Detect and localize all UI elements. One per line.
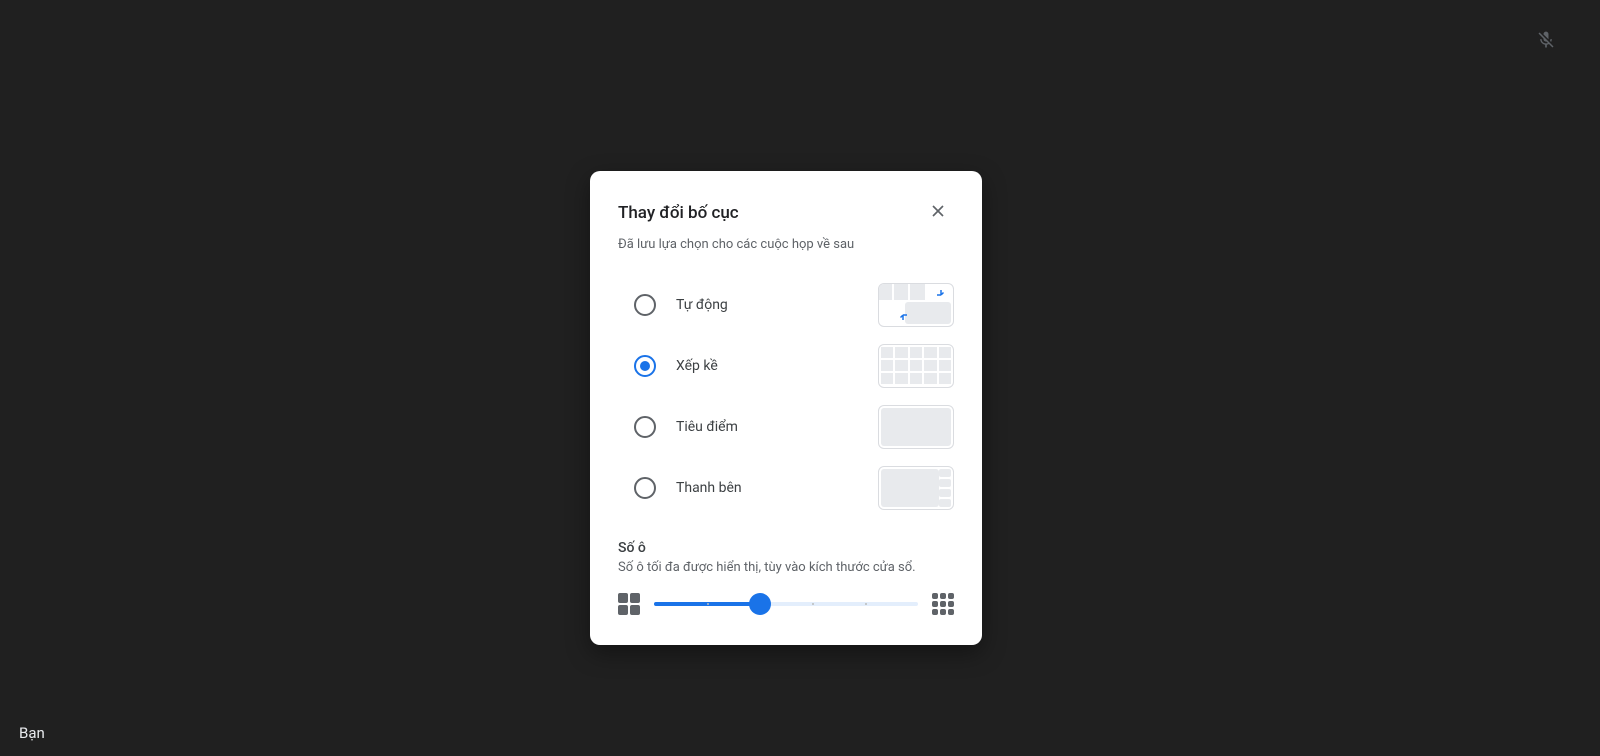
layout-option-label: Thanh bên <box>676 480 742 496</box>
self-video-label: Bạn <box>19 724 45 742</box>
radio-tiled[interactable] <box>634 355 656 377</box>
radio-auto[interactable] <box>634 294 656 316</box>
radio-sidebar[interactable] <box>634 477 656 499</box>
tiles-description: Số ô tối đa được hiển thị, tùy vào kích … <box>618 560 954 575</box>
change-layout-dialog: Thay đổi bố cục Đã lưu lựa chọn cho các … <box>590 171 982 645</box>
layout-option-label: Tiêu điểm <box>676 419 738 435</box>
radio-spotlight[interactable] <box>634 416 656 438</box>
grid-large-icon <box>932 593 954 615</box>
preview-tiled <box>878 344 954 388</box>
tiles-heading: Số ô <box>618 540 954 556</box>
preview-sidebar <box>878 466 954 510</box>
preview-auto <box>878 283 954 327</box>
layout-option-spotlight[interactable]: Tiêu điểm <box>618 396 954 457</box>
grid-small-icon <box>618 593 640 615</box>
layout-option-auto[interactable]: Tự động <box>618 274 954 335</box>
close-button[interactable] <box>922 197 954 229</box>
close-icon <box>928 201 948 225</box>
layout-option-tiled[interactable]: Xếp kề <box>618 335 954 396</box>
mic-muted-icon <box>1536 30 1556 50</box>
layout-option-sidebar[interactable]: Thanh bên <box>618 457 954 518</box>
layout-option-label: Tự động <box>676 297 728 313</box>
preview-spotlight <box>878 405 954 449</box>
dialog-subtitle: Đã lưu lựa chọn cho các cuộc họp về sau <box>618 237 954 252</box>
layout-option-label: Xếp kề <box>676 358 718 374</box>
dialog-title: Thay đổi bố cục <box>618 203 739 223</box>
tiles-slider[interactable] <box>654 593 918 615</box>
